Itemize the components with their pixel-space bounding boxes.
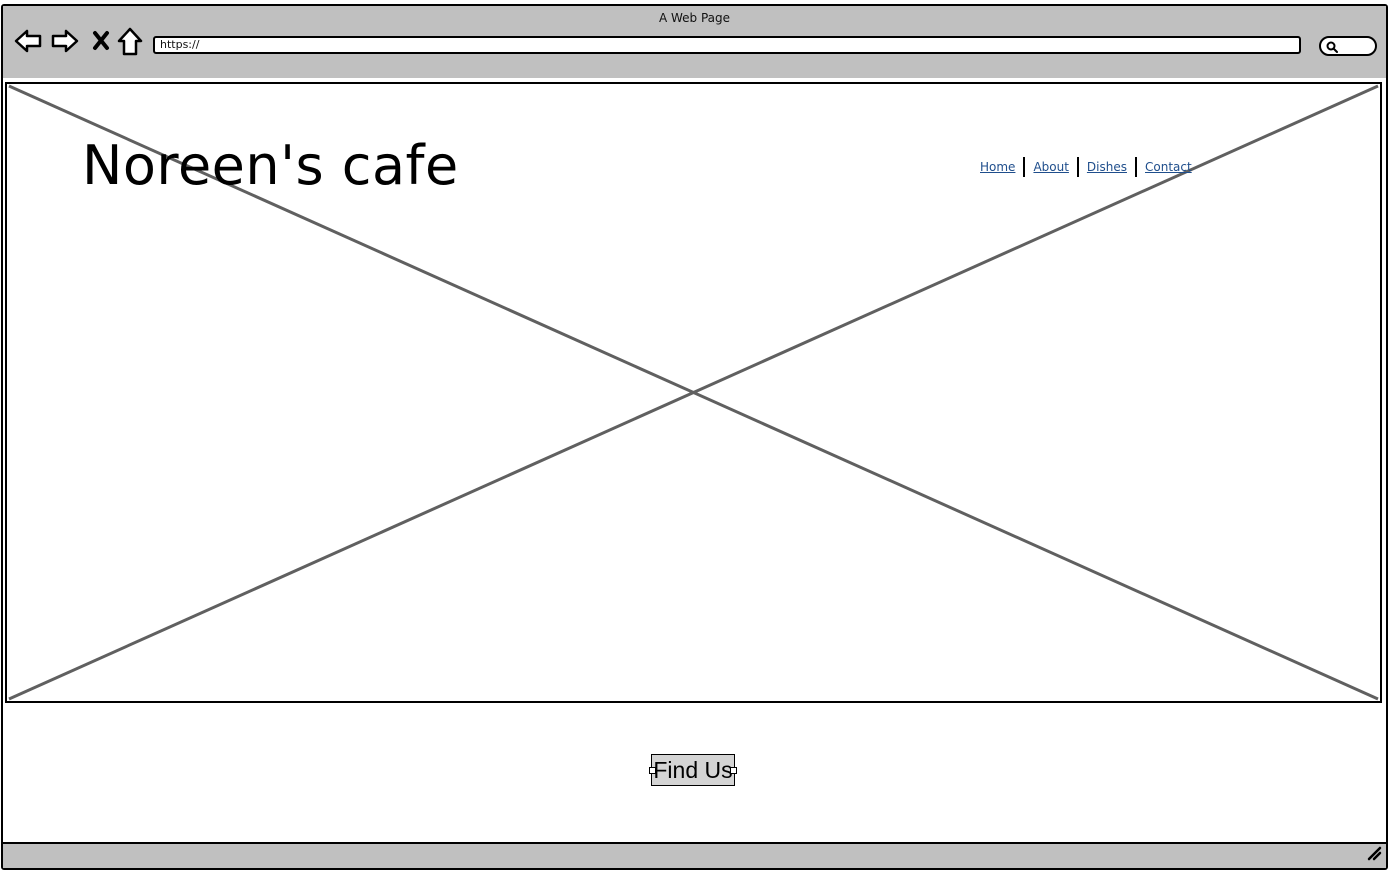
find-us-button[interactable]: Find Us [649,754,737,786]
nav-link-contact[interactable]: Contact [1137,160,1200,174]
window-title: A Web Page [658,11,731,25]
main-nav: Home About Dishes Contact [972,157,1200,177]
browser-window: A Web Page https:// Noreen's cafe Home A… [1,4,1388,870]
nav-link-dishes[interactable]: Dishes [1079,160,1135,174]
forward-arrow-icon[interactable] [50,26,80,56]
find-us-label: Find Us [653,757,733,783]
site-title: Noreen's cafe [82,134,459,197]
browser-toolbar: A Web Page https:// [3,6,1386,80]
search-input[interactable] [1319,36,1377,56]
resize-grip-icon[interactable] [1366,845,1382,865]
hero-image-placeholder: Noreen's cafe Home About Dishes Contact [5,82,1382,703]
status-bar [3,842,1386,868]
url-input[interactable]: https:// [153,36,1301,54]
page-content: Noreen's cafe Home About Dishes Contact … [3,78,1386,842]
home-icon[interactable] [116,26,146,56]
back-arrow-icon[interactable] [13,26,43,56]
selection-handle [730,767,737,774]
search-icon [1326,41,1338,53]
nav-link-about[interactable]: About [1025,160,1076,174]
selection-handle [649,767,656,774]
close-icon[interactable] [88,26,118,56]
nav-link-home[interactable]: Home [972,160,1023,174]
